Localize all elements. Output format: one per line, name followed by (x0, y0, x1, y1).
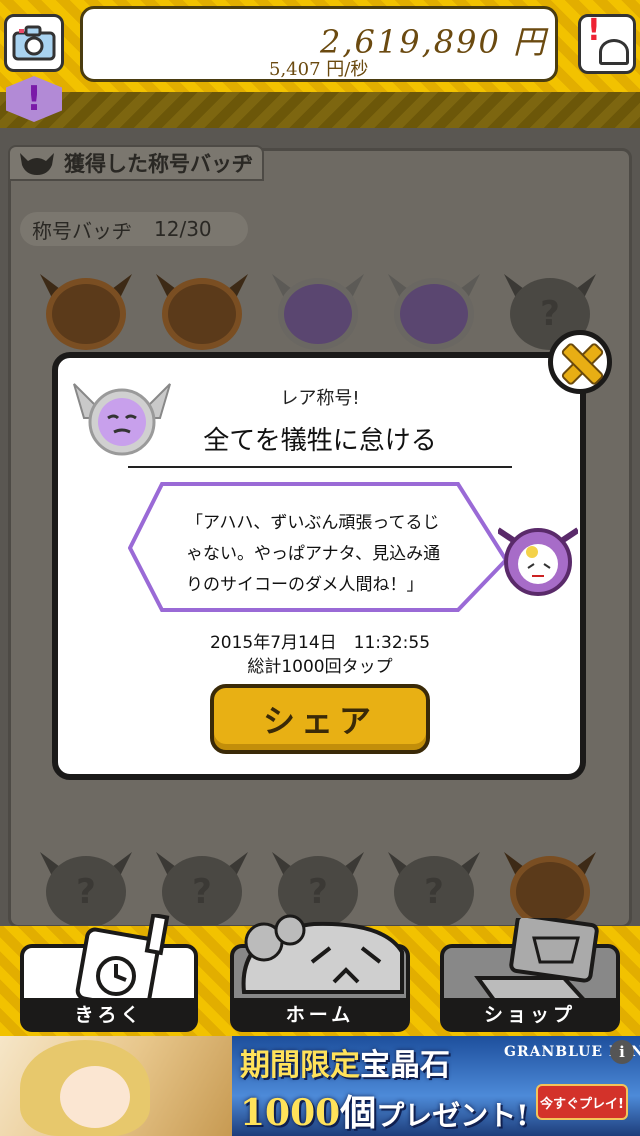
nav-record-label-bar: きろく (24, 998, 194, 1028)
close-button[interactable] (548, 330, 612, 394)
ad-present: プレゼント! (376, 1099, 529, 1132)
face-icon (599, 39, 629, 65)
badge-disc (162, 278, 242, 350)
nav-shop-button[interactable]: ショップ (440, 918, 620, 1032)
locked-mark: ? (424, 872, 444, 912)
alert-badge-mark: ! (26, 79, 42, 119)
ad-character-face (60, 1066, 130, 1128)
ad-headline: 期間限定宝晶石 (240, 1040, 450, 1084)
nav-shop-label: ショップ (483, 1003, 576, 1026)
badge-item[interactable] (388, 270, 480, 352)
money-rate: 5,407 円/秒 (269, 59, 369, 80)
quote-line: 「アハハ、ずいぶん頑張ってるじ (186, 513, 440, 533)
locked-mark: ? (308, 872, 328, 912)
nav-home-label: ホーム (285, 1003, 355, 1026)
badge-count-value: 12/30 (154, 217, 212, 241)
ad-item-text: 宝晶石 (360, 1048, 450, 1083)
badge-disc (46, 278, 126, 350)
ad-unit: 個 (340, 1092, 377, 1134)
speech-text: 「アハハ、ずいぶん頑張ってるじ ゃない。やっぱアナタ、見込み通 りのサイコーのダ… (186, 508, 486, 601)
badge-disc (394, 278, 474, 350)
panel-tab: 獲得した称号バッヂ (8, 145, 264, 181)
nav-shop-label-bar: ショップ (444, 998, 616, 1028)
ad-play-button[interactable]: 今すぐプレイ! (536, 1084, 628, 1120)
earned-date: 2015年7月14日 11:32:55 (209, 633, 431, 653)
badge-item[interactable] (156, 270, 248, 352)
character-avatar (498, 527, 578, 596)
close-icon (560, 342, 600, 382)
quote-line: ゃない。やっぱアナタ、見込み通 (186, 544, 441, 564)
badge-item[interactable] (272, 270, 364, 352)
share-button[interactable]: シェア (210, 684, 430, 754)
ad-limited-text: 期間限定 (240, 1048, 360, 1083)
badge-disc (278, 278, 358, 350)
locked-mark: ? (76, 872, 96, 912)
ad-character-image (0, 1036, 232, 1136)
notice-mark: ! (587, 13, 601, 48)
info-icon: i (619, 1043, 625, 1061)
badge-title: 全てを犠牲に怠ける (203, 426, 437, 456)
locked-mark: ? (192, 872, 212, 912)
nav-home-button[interactable]: ホーム (230, 914, 410, 1032)
ad-info-button[interactable]: i (610, 1040, 634, 1064)
badge-count-label: 称号バッヂ (32, 218, 132, 243)
badge-item[interactable] (40, 270, 132, 352)
nav-home-label-bar: ホーム (234, 998, 406, 1028)
nav-record-button[interactable]: きろく (20, 914, 198, 1032)
badge-count-row: 称号バッヂ 12/30 (20, 212, 248, 246)
ad-amount: 1000 (240, 1092, 341, 1134)
ad-play-label: 今すぐプレイ! (540, 1096, 624, 1112)
phone-clock-icon (75, 914, 170, 1004)
quote-line: りのサイコーのダメ人間ね！」 (186, 575, 424, 595)
locked-mark: ? (540, 294, 560, 334)
rare-label: レア称号! (280, 388, 360, 409)
camera-button[interactable] (4, 14, 64, 72)
total-taps: 総計1000回タップ (247, 657, 393, 677)
panel-tab-title: 獲得した称号バッヂ (64, 152, 253, 176)
cart-laptop-icon (474, 918, 599, 1002)
home-character-icon (241, 914, 404, 994)
notice-button[interactable]: ! (578, 13, 636, 74)
ad-subline: 1000個プレゼント! (240, 1084, 529, 1136)
money-display: 2,619,890 円 5,407 円/秒 (80, 6, 558, 82)
title-divider (128, 466, 512, 468)
top-bar-strip (0, 92, 640, 128)
devil-icon (20, 153, 54, 175)
camera-icon (12, 25, 56, 61)
nav-record-label: きろく (74, 1003, 144, 1026)
share-button-label: シェア (262, 702, 377, 740)
